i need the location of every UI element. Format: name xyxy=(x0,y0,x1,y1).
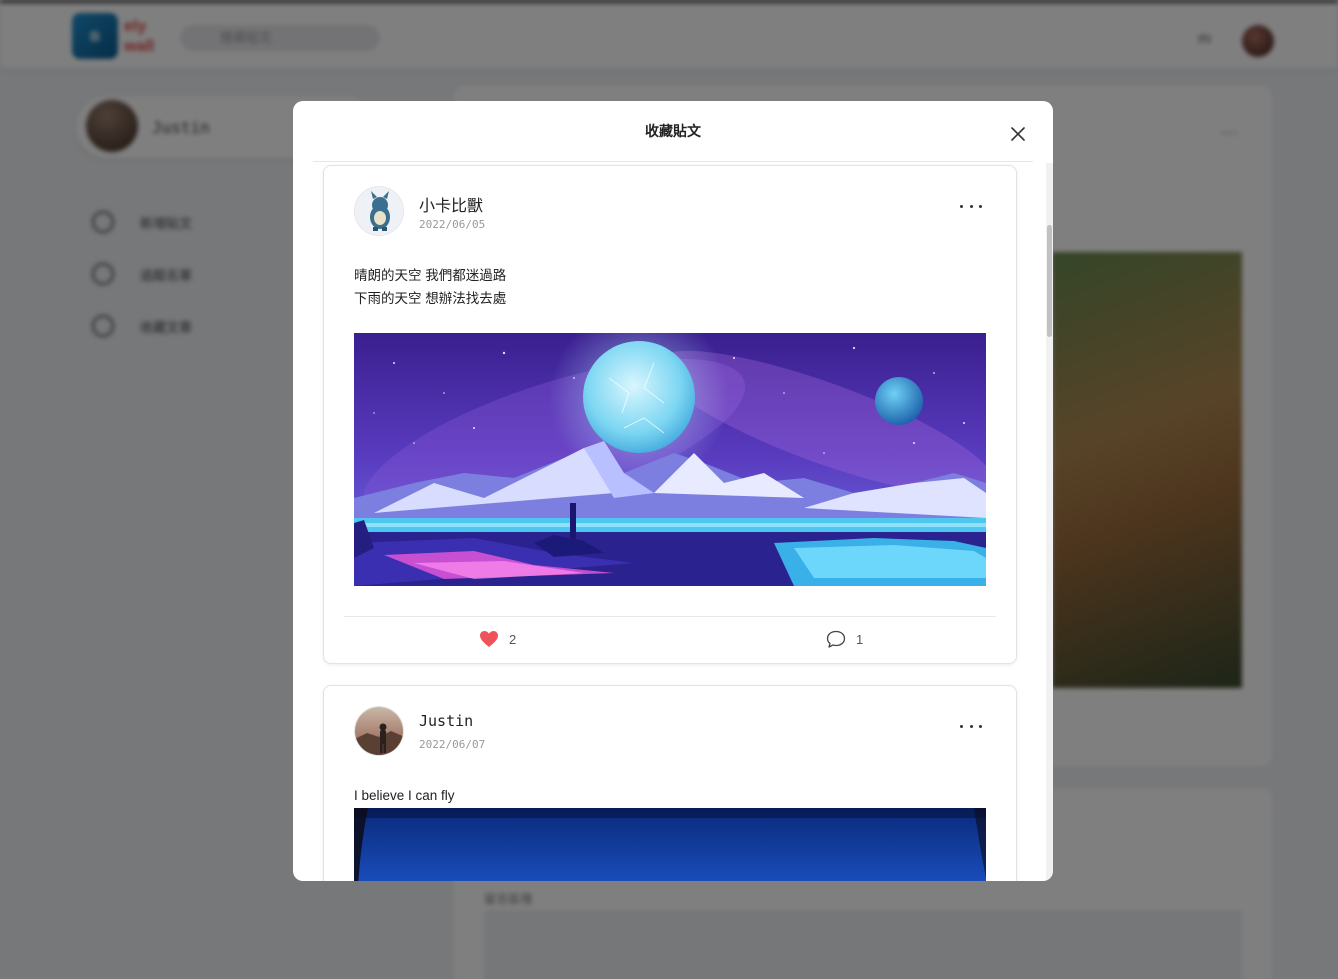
dot-icon xyxy=(979,724,982,728)
author-name[interactable]: Justin xyxy=(419,712,473,730)
like-count: 2 xyxy=(509,631,517,647)
author-avatar[interactable] xyxy=(354,706,404,756)
comment-button[interactable]: 1 xyxy=(826,630,863,648)
post-footer-divider xyxy=(344,616,996,617)
post-date: 2022/06/05 xyxy=(419,218,486,231)
dot-icon xyxy=(960,204,963,208)
post-content: 晴朗的天空 我們都迷過路 下雨的天空 想辦法找去處 xyxy=(354,264,506,310)
author-name[interactable]: 小卡比獸 xyxy=(419,192,483,216)
author-avatar[interactable] xyxy=(354,186,404,236)
close-icon xyxy=(1011,127,1025,141)
post-date: 2022/06/07 xyxy=(419,738,486,751)
like-button[interactable]: 2 xyxy=(479,630,516,648)
dot-icon xyxy=(969,204,973,208)
comment-count: 1 xyxy=(856,631,864,647)
saved-posts-list[interactable]: 小卡比獸 2022/06/05 晴朗的天空 我們都迷過路 下雨的天空 想辦法找去… xyxy=(313,162,1033,881)
more-options-button[interactable] xyxy=(960,720,982,732)
modal-title: 收藏貼文 xyxy=(645,123,701,139)
dot-icon xyxy=(960,724,963,728)
dot-icon xyxy=(979,204,982,208)
post-card: 小卡比獸 2022/06/05 晴朗的天空 我們都迷過路 下雨的天空 想辦法找去… xyxy=(323,165,1017,664)
post-text-line: I believe I can fly xyxy=(354,788,455,803)
comment-icon xyxy=(826,630,846,648)
saved-posts-modal: 收藏貼文 小卡比獸 2022/06/05 晴朗的天空 我們都迷過路 下雨的天空 … xyxy=(293,101,1053,881)
post-image[interactable] xyxy=(354,333,986,586)
post-text-line: 下雨的天空 想辦法找去處 xyxy=(354,291,507,306)
post-text-line: 晴朗的天空 我們都迷過路 xyxy=(354,268,507,283)
scrollbar-thumb[interactable] xyxy=(1047,225,1052,337)
post-content: I believe I can fly xyxy=(354,784,455,807)
dot-icon xyxy=(969,724,973,728)
scrollbar[interactable] xyxy=(1046,163,1053,881)
heart-icon xyxy=(480,631,498,647)
close-button[interactable] xyxy=(1007,123,1029,145)
more-options-button[interactable] xyxy=(960,200,982,212)
post-image[interactable] xyxy=(354,808,986,881)
post-card: Justin 2022/06/07 I believe I can fly xyxy=(323,685,1017,881)
